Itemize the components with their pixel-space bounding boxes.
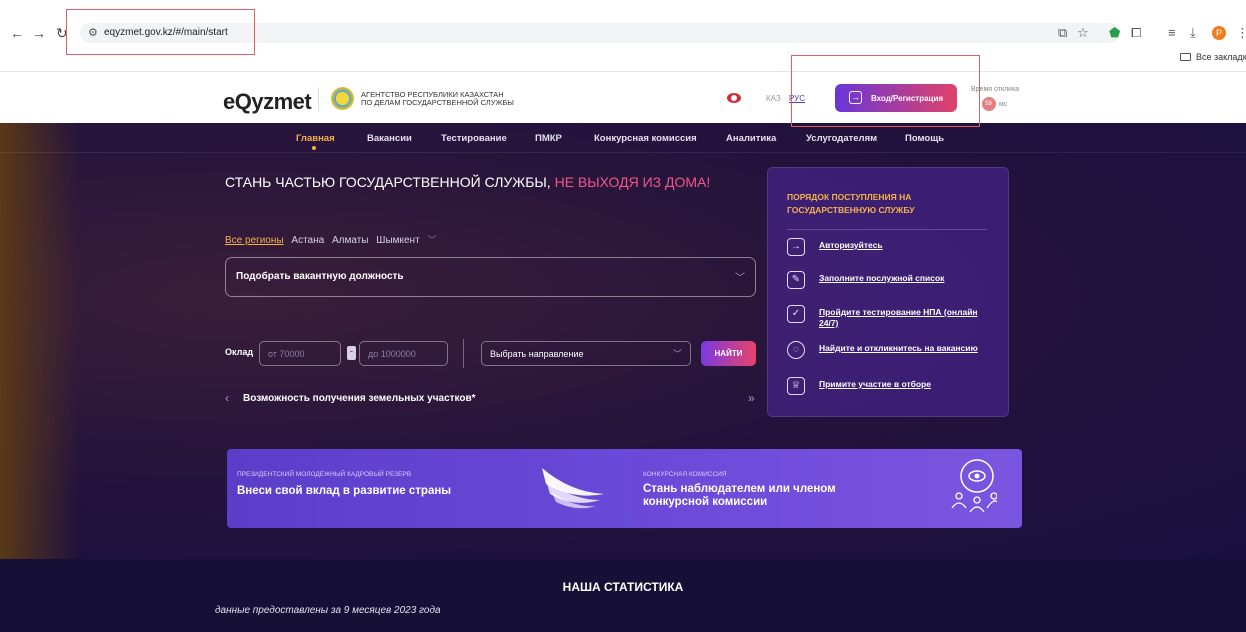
folder-icon: [1180, 53, 1191, 61]
trophy-icon: ♕: [787, 377, 805, 395]
annotation-box-login: [791, 55, 980, 127]
chevron-down-icon: ﹀: [672, 349, 682, 359]
menu-item-vacancies[interactable]: Вакансии: [367, 133, 412, 144]
salary-range-dash: -: [347, 346, 356, 360]
hero-title: СТАНЬ ЧАСТЬЮ ГОСУДАРСТВЕННОЙ СЛУЖБЫ, НЕ …: [225, 174, 710, 190]
region-filter: Все регионы Астана Алматы Шымкент ﹀: [225, 233, 441, 246]
forward-icon[interactable]: →: [32, 26, 46, 40]
observers-icon: [951, 459, 997, 513]
agency-name: АГЕНТСТВО РЕСПУБЛИКИ КАЗАХСТАН ПО ДЕЛАМ …: [361, 91, 514, 107]
site-header: eQyzmet АГЕНТСТВО РЕСПУБЛИКИ КАЗАХСТАН П…: [0, 73, 1246, 123]
card-caption: ПРЕЗИДЕНТСКИЙ МОЛОДЕЖНЫЙ КАДРОВЫЙ РЕЗЕРВ: [237, 471, 412, 478]
login-icon: →: [787, 238, 805, 256]
active-menu-indicator: [312, 146, 316, 150]
profile-avatar[interactable]: P: [1212, 26, 1226, 40]
download-icon[interactable]: ⤓: [1190, 25, 1196, 41]
salary-to-input[interactable]: [359, 341, 448, 366]
region-shymkent[interactable]: Шымкент: [376, 235, 419, 246]
card-headline: Внеси свой вклад в развитие страны: [237, 485, 452, 497]
chevron-down-icon: ﹀: [735, 273, 745, 284]
step-label[interactable]: Найдите и откликнитесь на вакансию: [819, 343, 999, 354]
stats-subtitle: данные предоставлены за 9 месяцев 2023 г…: [215, 605, 441, 616]
slider-text[interactable]: Возможность получения земельных участков…: [243, 393, 476, 404]
hero-section: Главная Вакансии Тестирование ПМКР Конку…: [0, 123, 1246, 559]
document-check-icon: ✓: [787, 305, 805, 323]
menu-item-commission[interactable]: Конкурсная комиссия: [594, 133, 697, 144]
reading-list-icon[interactable]: ≡: [1168, 25, 1176, 40]
menu-dots-icon[interactable]: ⋮: [1236, 25, 1246, 41]
response-time-value: 59: [985, 101, 992, 107]
accessibility-eye-icon[interactable]: [727, 93, 741, 103]
direction-select[interactable]: Выбрать направление ﹀: [481, 341, 691, 366]
state-emblem-icon: [331, 87, 354, 110]
back-icon[interactable]: ←: [10, 26, 24, 40]
card-caption: КОНКУРСНАЯ КОМИССИЯ: [643, 471, 727, 478]
shield-extension-icon[interactable]: ⬟: [1109, 25, 1120, 41]
admission-steps-panel: ПОРЯДОК ПОСТУПЛЕНИЯ НА ГОСУДАРСТВЕННУЮ С…: [767, 167, 1009, 417]
direction-select-label: Выбрать направление: [490, 349, 584, 359]
lang-kaz[interactable]: КАЗ: [766, 94, 781, 103]
bookmark-star-icon[interactable]: ☆: [1077, 25, 1089, 41]
hero-title-main: СТАНЬ ЧАСТЬЮ ГОСУДАРСТВЕННОЙ СЛУЖБЫ,: [225, 174, 555, 190]
bookmarks-label: Все закладк: [1196, 52, 1246, 62]
extensions-icon[interactable]: ⧠: [1131, 25, 1141, 41]
chat-icon: ◌: [787, 341, 805, 359]
panel-divider: [787, 229, 987, 230]
statistics-section: НАША СТАТИСТИКА данные предоставлены за …: [0, 559, 1246, 632]
step-label[interactable]: Пройдите тестирование НПА (онлайн 24/7): [819, 307, 999, 329]
region-all[interactable]: Все регионы: [225, 235, 284, 246]
response-time-unit: мс: [999, 101, 1008, 108]
wings-logo-icon: [542, 468, 604, 509]
hero-glow: [0, 123, 80, 559]
logo-divider: [318, 87, 319, 111]
slider-next-icon[interactable]: »: [748, 391, 755, 405]
find-button[interactable]: НАЙТИ: [701, 341, 756, 366]
vacancy-select-label: Подобрать вакантную должность: [236, 271, 404, 282]
vacancy-select[interactable]: Подобрать вакантную должность ﹀: [225, 257, 756, 297]
agency-line-2: ПО ДЕЛАМ ГОСУДАРСТВЕННОЙ СЛУЖБЫ: [361, 98, 514, 107]
stats-title: НАША СТАТИСТИКА: [562, 580, 684, 594]
region-astana[interactable]: Астана: [291, 235, 324, 246]
card-headline-line-1: Стань наблюдателем или членом: [643, 483, 836, 495]
document-edit-icon: ✎: [787, 271, 805, 289]
menu-item-analytics[interactable]: Аналитика: [726, 133, 776, 144]
menu-item-providers[interactable]: Услугодателям: [806, 133, 877, 144]
card-headline-line-2: конкурсной комиссии: [643, 496, 768, 508]
salary-from-input[interactable]: [259, 341, 341, 366]
menu-item-testing[interactable]: Тестирование: [441, 133, 507, 144]
card-headline: Стань наблюдателем или членом конкурсной…: [643, 483, 836, 509]
panel-title: ПОРЯДОК ПОСТУПЛЕНИЯ НА ГОСУДАРСТВЕННУЮ С…: [787, 192, 915, 215]
hero-title-highlight: НЕ ВЫХОДЯ ИЗ ДОМА!: [554, 174, 711, 190]
annotation-box-url: [66, 9, 255, 55]
main-menu: Главная Вакансии Тестирование ПМКР Конку…: [0, 123, 1246, 153]
filter-divider: [463, 339, 464, 368]
step-label[interactable]: Примите участие в отборе: [819, 379, 999, 390]
translate-icon[interactable]: ⧉: [1058, 25, 1067, 41]
menu-item-pmkr[interactable]: ПМКР: [535, 133, 562, 144]
site-logo[interactable]: eQyzmet: [223, 89, 312, 115]
region-almaty[interactable]: Алматы: [332, 235, 369, 246]
salary-label: Оклад: [225, 347, 254, 357]
bookmarks-bar-folder[interactable]: Все закладк: [1180, 52, 1246, 62]
region-chevron-down-icon[interactable]: ﹀: [427, 235, 436, 245]
menu-item-help[interactable]: Помощь: [905, 133, 944, 144]
step-label[interactable]: Заполните послужной список: [819, 273, 999, 284]
step-label[interactable]: Авторизуйтесь: [819, 240, 999, 251]
menu-item-main[interactable]: Главная: [296, 133, 335, 144]
slider-prev-icon[interactable]: ‹: [225, 391, 229, 405]
